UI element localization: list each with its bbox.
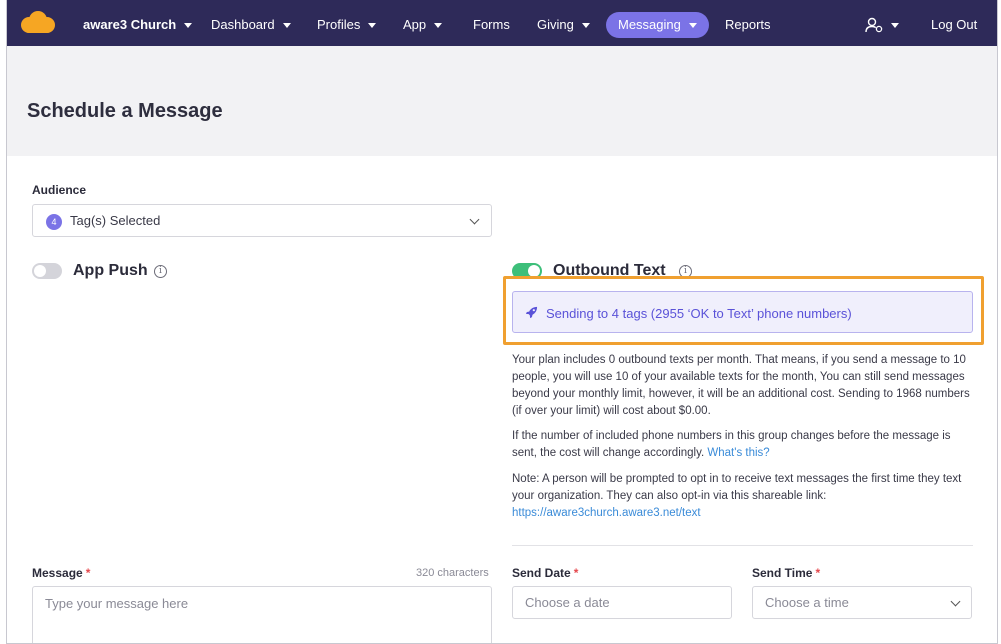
nav-item-app[interactable]: App: [403, 12, 443, 38]
chevron-down-icon: [282, 23, 291, 28]
nav-item-label: App: [403, 17, 427, 32]
chevron-down-icon: [434, 23, 443, 28]
char-count: 320 characters: [416, 567, 489, 579]
nav-item-profiles[interactable]: Profiles: [317, 12, 377, 38]
plan-note: Your plan includes 0 outbound texts per …: [512, 354, 970, 417]
nav-item-label: Forms: [473, 17, 510, 32]
section-divider: [512, 545, 973, 546]
page-header: Schedule a Message: [7, 46, 997, 156]
optin-note: Note: A person will be prompted to opt i…: [512, 471, 972, 522]
chevron-down-icon: [469, 214, 480, 225]
nav-item-label: Giving: [537, 17, 574, 32]
chevron-down-icon: [368, 23, 377, 28]
send-date-placeholder: Choose a date: [525, 595, 610, 610]
app-window: aware3 Church Dashboard Profiles App For…: [6, 0, 998, 644]
logout-link[interactable]: Log Out: [931, 12, 977, 38]
nav-item-forms[interactable]: Forms: [473, 12, 510, 38]
send-date-label-text: Send Date: [512, 566, 571, 580]
app-push-label: App Push: [73, 262, 148, 279]
nav-item-label: Reports: [725, 17, 771, 32]
message-label: Message *: [32, 566, 90, 580]
user-menu[interactable]: [865, 12, 899, 38]
page-title: Schedule a Message: [27, 100, 223, 122]
nav-item-giving[interactable]: Giving: [537, 12, 590, 38]
toggle-knob: [34, 265, 46, 277]
required-mark: *: [815, 566, 821, 580]
chevron-down-icon: [581, 23, 590, 28]
nav-item-label: Dashboard: [211, 17, 275, 32]
required-mark: *: [85, 566, 91, 580]
send-time-select[interactable]: Choose a time: [752, 586, 972, 619]
nav-item-reports[interactable]: Reports: [725, 12, 771, 38]
optin-text: Note: A person will be prompted to opt i…: [512, 473, 962, 502]
chevron-down-icon: [184, 23, 193, 28]
app-push-toggle[interactable]: [32, 263, 62, 279]
send-time-placeholder: Choose a time: [765, 595, 849, 610]
org-switcher[interactable]: aware3 Church: [83, 12, 193, 38]
nav-item-dashboard[interactable]: Dashboard: [211, 12, 291, 38]
info-icon[interactable]: i: [154, 265, 167, 278]
audience-select[interactable]: 4 Tag(s) Selected: [32, 204, 492, 237]
required-mark: *: [573, 566, 579, 580]
user-settings-icon: [865, 17, 883, 33]
chevron-down-icon: [688, 23, 697, 28]
audience-selected-text: Tag(s) Selected: [70, 213, 161, 228]
send-date-label: Send Date *: [512, 566, 578, 580]
send-time-label-text: Send Time: [752, 566, 813, 580]
org-label: aware3 Church: [83, 17, 177, 32]
message-label-text: Message: [32, 566, 83, 580]
cost-change-note: If the number of included phone numbers …: [512, 428, 972, 462]
nav-item-messaging[interactable]: Messaging: [606, 12, 709, 38]
logout-label: Log Out: [931, 17, 978, 32]
highlight-box: [503, 276, 984, 345]
top-nav: aware3 Church Dashboard Profiles App For…: [7, 0, 997, 46]
send-date-input[interactable]: Choose a date: [512, 586, 732, 619]
aware3-logo-icon[interactable]: [19, 10, 57, 36]
message-input[interactable]: Type your message here: [32, 586, 492, 643]
nav-item-label: Profiles: [317, 17, 361, 32]
audience-label: Audience: [32, 183, 87, 197]
chevron-down-icon: [950, 596, 961, 607]
nav-item-label: Messaging: [618, 17, 681, 32]
message-placeholder: Type your message here: [45, 596, 189, 611]
send-time-label: Send Time *: [752, 566, 820, 580]
whats-this-link[interactable]: What's this?: [707, 447, 769, 459]
tag-count-badge: 4: [46, 214, 62, 230]
optin-link[interactable]: https://aware3church.aware3.net/text: [512, 507, 701, 519]
chevron-down-icon: [891, 23, 899, 28]
